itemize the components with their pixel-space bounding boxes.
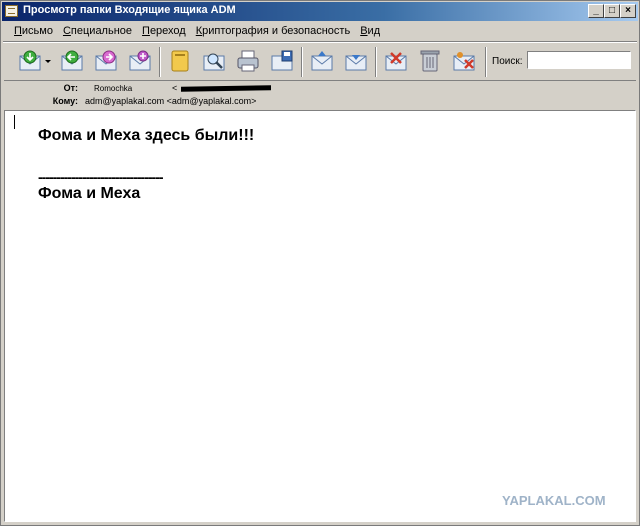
message-line: Фома и Меха здесь были!!! [38, 127, 255, 144]
menu-message[interactable]: Письмо [9, 23, 58, 41]
menu-special[interactable]: Специальное [58, 23, 137, 41]
from-address: < [172, 83, 178, 93]
signature-separator: ---------------------------------- [38, 169, 164, 185]
toolbar-separator [375, 47, 377, 77]
from-label: От: [63, 83, 78, 93]
menu-view[interactable]: Вид [355, 23, 385, 41]
reply-icon[interactable] [59, 48, 85, 74]
from-value[interactable]: Romochka [94, 84, 132, 93]
signature: Фома и Меха [38, 185, 141, 202]
next-icon[interactable] [343, 48, 369, 74]
save-icon[interactable] [269, 48, 295, 74]
toolbar: Поиск: [3, 45, 637, 79]
menu-divider [3, 41, 637, 43]
address-book-icon[interactable] [167, 48, 193, 74]
message-header: От: Romochka < Кому: adm@yaplakal.com <a… [4, 80, 636, 111]
window-title: Просмотр папки Входящие ящика ADM [23, 4, 236, 16]
maximize-button[interactable]: □ [604, 4, 620, 18]
mail-viewer-window: Просмотр папки Входящие ящика ADM _ □ × … [0, 0, 640, 526]
toolbar-separator [301, 47, 303, 77]
search-label: Поиск: [492, 56, 523, 67]
forward-icon[interactable] [127, 48, 153, 74]
to-value[interactable]: adm@yaplakal.com <adm@yaplakal.com> [85, 96, 256, 106]
chevron-down-icon[interactable] [43, 48, 53, 74]
title-bar: Просмотр папки Входящие ящика ADM _ □ × [2, 2, 638, 21]
delete-icon[interactable] [383, 48, 409, 74]
to-label: Кому: [52, 96, 78, 106]
previous-icon[interactable] [309, 48, 335, 74]
minimize-button[interactable]: _ [588, 4, 604, 18]
watermark: YAPLAKAL.COM [502, 493, 606, 508]
trash-icon[interactable] [417, 48, 443, 74]
redaction-mark [181, 85, 271, 92]
find-icon[interactable] [201, 48, 227, 74]
mail-app-icon [5, 5, 18, 17]
toolbar-separator [159, 47, 161, 77]
print-icon[interactable] [235, 48, 261, 74]
menu-bar: Письмо Специальное Переход Криптография … [9, 23, 385, 41]
toolbar-separator [485, 47, 487, 77]
menu-go[interactable]: Переход [137, 23, 191, 41]
reply-all-icon[interactable] [93, 48, 119, 74]
search-input[interactable] [527, 51, 631, 69]
close-button[interactable]: × [620, 4, 636, 18]
receive-icon[interactable] [17, 48, 43, 74]
text-caret [14, 115, 15, 129]
menu-crypto[interactable]: Криптография и безопасность [191, 23, 355, 41]
message-body[interactable]: Фома и Меха здесь были!!! --------------… [4, 110, 636, 522]
junk-icon[interactable] [451, 48, 477, 74]
